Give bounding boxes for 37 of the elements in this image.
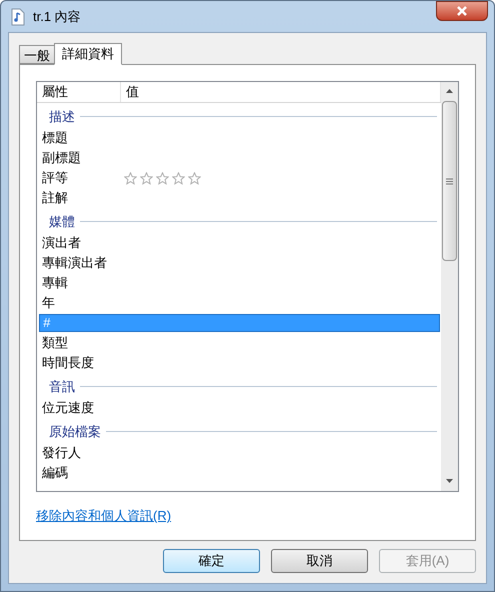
dialog-button[interactable]: 確定 [163, 549, 260, 573]
group-header: 原始檔案 [49, 422, 101, 441]
scroll-thumb[interactable] [442, 101, 457, 261]
property-row[interactable]: 註解 [39, 189, 440, 207]
star-icon[interactable] [172, 172, 185, 184]
property-row[interactable]: 標題 [39, 129, 440, 147]
property-row[interactable]: 專輯 [39, 274, 440, 292]
property-row[interactable]: 編碼 [39, 464, 440, 482]
star-icon[interactable] [124, 172, 137, 184]
star-icon[interactable] [188, 172, 201, 184]
close-button[interactable] [436, 1, 488, 21]
remove-properties-link[interactable]: 移除內容和個人資訊(R) [36, 508, 172, 523]
window-title: tr.1 內容 [33, 8, 81, 26]
property-row[interactable]: 專輯演出者 [39, 254, 440, 272]
group-header: 媒體 [49, 212, 75, 231]
group-header: 描述 [49, 108, 75, 126]
property-row[interactable]: 副標題 [39, 149, 440, 167]
tab[interactable]: 一般 [19, 45, 54, 64]
property-row[interactable]: 位元速度 [39, 399, 440, 417]
property-row[interactable]: 類型 [39, 334, 440, 352]
property-row[interactable]: 年 [39, 294, 440, 312]
star-icon[interactable] [156, 172, 169, 184]
property-row[interactable]: 發行人 [39, 444, 440, 462]
property-row[interactable]: 時間長度 [39, 354, 440, 372]
grip-icon [446, 178, 453, 184]
group-header: 音訊 [49, 378, 75, 396]
property-row[interactable]: 演出者 [39, 234, 440, 252]
music-file-icon [11, 8, 25, 26]
scroll-up-icon[interactable] [446, 89, 453, 93]
property-row[interactable]: 評等 [39, 169, 440, 187]
tab[interactable]: 詳細資料 [54, 43, 122, 65]
scrollbar[interactable] [441, 82, 458, 491]
column-header[interactable]: 屬性 [37, 82, 121, 102]
close-icon [456, 6, 468, 16]
star-icon[interactable] [140, 172, 153, 184]
scroll-down-icon[interactable] [446, 479, 453, 483]
dialog-button[interactable]: 取消 [271, 549, 368, 573]
